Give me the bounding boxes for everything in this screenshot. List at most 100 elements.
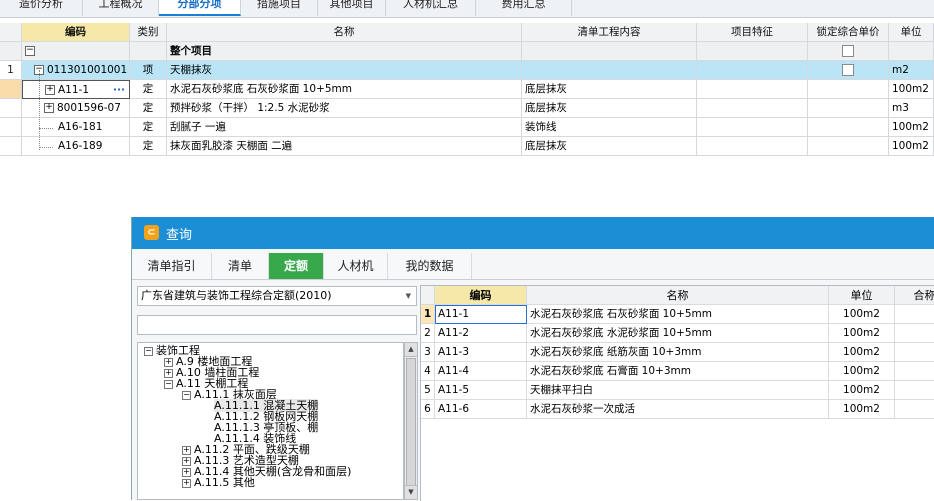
name-cell[interactable]: 水泥石灰砂浆一次成活 <box>527 400 829 419</box>
tree-node[interactable]: + A.11.5 其他 <box>182 477 255 489</box>
tab-cost-analysis[interactable]: 造价分析 <box>0 0 83 16</box>
table-row[interactable]: 6 A11-6 水泥石灰砂浆一次成活 100m2 <box>421 400 934 419</box>
name-cell[interactable]: 天棚抹灰 <box>167 61 522 80</box>
expand-icon[interactable]: + <box>182 445 191 455</box>
table-row[interactable]: 3 A11-3 水泥石灰砂浆底 纸筋灰面 10+3mm 100m2 <box>421 343 934 362</box>
table-row[interactable]: 4 A11-4 水泥石灰砂浆底 石膏面 10+3mm 100m2 <box>421 362 934 381</box>
price-cell <box>895 362 934 381</box>
dialog-titlebar[interactable]: ⊂ 查询 <box>132 217 934 249</box>
type-cell: 项 <box>130 61 167 80</box>
header-name[interactable]: 名称 <box>167 23 522 42</box>
lock-checkbox[interactable] <box>842 45 854 57</box>
chevron-down-icon[interactable]: ▼ <box>406 287 411 305</box>
name-cell[interactable]: 水泥石灰砂浆底 石膏面 10+3mm <box>527 362 829 381</box>
name-cell[interactable]: 天棚抹平扫白 <box>527 381 829 400</box>
feature-cell[interactable] <box>697 118 808 137</box>
table-row[interactable]: 5 A11-5 天棚抹平扫白 100m2 <box>421 381 934 400</box>
rownum-cell <box>0 80 22 99</box>
search-input[interactable] <box>137 315 417 335</box>
table-row[interactable]: 1 A11-1 水泥石灰砂浆底 石灰砂浆面 10+5mm 100m2 <box>421 305 934 324</box>
tab-my-data[interactable]: 我的数据 <box>388 253 472 279</box>
collapse-icon[interactable]: − <box>182 390 191 400</box>
feature-cell[interactable] <box>697 137 808 156</box>
expand-icon[interactable]: + <box>164 368 173 378</box>
tab-labor-material-summary[interactable]: 人材机汇总 <box>386 0 476 16</box>
tab-fee-summary[interactable]: 费用汇总 <box>476 0 572 16</box>
expand-icon[interactable]: + <box>182 456 191 466</box>
collapse-icon[interactable]: − <box>25 46 35 56</box>
header-content[interactable]: 清单工程内容 <box>522 23 697 42</box>
header-unit[interactable]: 单位 <box>829 286 895 305</box>
lock-checkbox[interactable] <box>842 64 854 76</box>
collapse-icon[interactable]: − <box>144 346 153 356</box>
code-cell[interactable]: A11-1 <box>435 305 527 324</box>
table-row[interactable]: 2 A11-2 水泥石灰砂浆底 水泥砂浆面 10+5mm 100m2 <box>421 324 934 343</box>
header-type[interactable]: 类别 <box>130 23 167 42</box>
content-cell[interactable]: 底层抹灰 <box>522 137 697 156</box>
collapse-icon[interactable]: − <box>164 379 173 389</box>
content-cell[interactable]: 底层抹灰 <box>522 99 697 118</box>
name-cell[interactable]: 预拌砂浆（干拌） 1:2.5 水泥砂浆 <box>167 99 522 118</box>
quota-library-select[interactable]: 广东省建筑与装饰工程综合定额(2010) ▼ <box>137 286 417 306</box>
expand-icon[interactable]: + <box>164 357 173 367</box>
tab-bill[interactable]: 清单 <box>212 253 269 279</box>
code-cell[interactable]: A11-3 <box>435 343 527 362</box>
tab-bill-guide[interactable]: 清单指引 <box>132 253 212 279</box>
table-row[interactable]: + A11-1 ··· 定 水泥石灰砂浆底 石灰砂浆面 10+5mm 底层抹灰 10… <box>0 80 934 99</box>
name-cell[interactable]: 抹灰面乳胶漆 天棚面 二遍 <box>167 137 522 156</box>
name-cell[interactable]: 水泥石灰砂浆底 水泥砂浆面 10+5mm <box>527 324 829 343</box>
feature-cell[interactable] <box>697 99 808 118</box>
expand-icon[interactable]: + <box>182 478 191 488</box>
tab-other-items[interactable]: 其他项目 <box>318 0 386 16</box>
header-code[interactable]: 编码 <box>22 23 130 42</box>
header-rownum <box>0 23 22 42</box>
header-feature[interactable]: 项目特征 <box>697 23 808 42</box>
expand-icon[interactable]: + <box>45 85 55 95</box>
tab-measures[interactable]: 措施项目 <box>241 0 318 16</box>
name-cell: 整个项目 <box>167 42 522 61</box>
name-cell[interactable]: 水泥石灰砂浆底 石灰砂浆面 10+5mm <box>167 80 522 99</box>
code-cell[interactable]: A11-4 <box>435 362 527 381</box>
expand-icon[interactable]: + <box>44 103 54 113</box>
content-cell[interactable] <box>522 61 697 80</box>
tab-sub-items[interactable]: 分部分项 <box>159 0 241 16</box>
group-row[interactable]: − 整个项目 <box>0 42 934 61</box>
header-code[interactable]: 编码 <box>435 286 527 305</box>
rownum-cell: 1 <box>421 305 435 324</box>
header-lock-price[interactable]: 锁定综合单价 <box>808 23 889 42</box>
tab-quota[interactable]: 定额 <box>269 253 324 279</box>
table-row[interactable]: +8001596-07 定 预拌砂浆（干拌） 1:2.5 水泥砂浆 底层抹灰 m… <box>0 99 934 118</box>
scroll-up-icon[interactable]: ▲ <box>405 343 417 357</box>
tree-connector <box>39 70 40 150</box>
more-button[interactable]: ··· <box>113 81 125 98</box>
rownum-cell <box>0 137 22 156</box>
module-tab-bar: 造价分析 工程概况 分部分项 措施项目 其他项目 人材机汇总 费用汇总 <box>0 0 934 18</box>
table-row[interactable]: A16-189 定 抹灰面乳胶漆 天棚面 二遍 底层抹灰 100m2 <box>0 137 934 156</box>
table-row[interactable]: 1 −011301001001 项 天棚抹灰 m2 <box>0 61 934 80</box>
feature-cell[interactable] <box>697 61 808 80</box>
tree-scrollbar[interactable]: ▲ ▼ <box>404 342 418 500</box>
code-cell[interactable]: A11-2 <box>435 324 527 343</box>
expand-icon[interactable]: + <box>182 467 191 477</box>
tab-labor-material[interactable]: 人材机 <box>324 253 388 279</box>
header-unit[interactable]: 单位 <box>889 23 934 42</box>
unit-cell: 100m2 <box>829 362 895 381</box>
code-cell[interactable]: A11-6 <box>435 400 527 419</box>
content-cell[interactable]: 底层抹灰 <box>522 80 697 99</box>
tab-project-overview[interactable]: 工程概况 <box>83 0 159 16</box>
grid-header-row: 编码 类别 名称 清单工程内容 项目特征 锁定综合单价 单位 <box>0 23 934 42</box>
header-name[interactable]: 名称 <box>527 286 829 305</box>
name-cell[interactable]: 水泥石灰砂浆底 石灰砂浆面 10+5mm <box>527 305 829 324</box>
header-price[interactable]: 合称 <box>895 286 934 305</box>
name-cell[interactable]: 刮腻子 一遍 <box>167 118 522 137</box>
code-cell[interactable]: A11-5 <box>435 381 527 400</box>
rownum-cell <box>0 42 22 61</box>
table-row[interactable]: A16-181 定 刮腻子 一遍 装饰线 100m2 <box>0 118 934 137</box>
name-cell[interactable]: 水泥石灰砂浆底 纸筋灰面 10+3mm <box>527 343 829 362</box>
unit-cell: 100m2 <box>829 400 895 419</box>
content-cell[interactable]: 装饰线 <box>522 118 697 137</box>
scroll-down-icon[interactable]: ▼ <box>405 485 417 499</box>
scroll-thumb[interactable] <box>406 358 416 486</box>
rownum-cell: 5 <box>421 381 435 400</box>
feature-cell[interactable] <box>697 80 808 99</box>
